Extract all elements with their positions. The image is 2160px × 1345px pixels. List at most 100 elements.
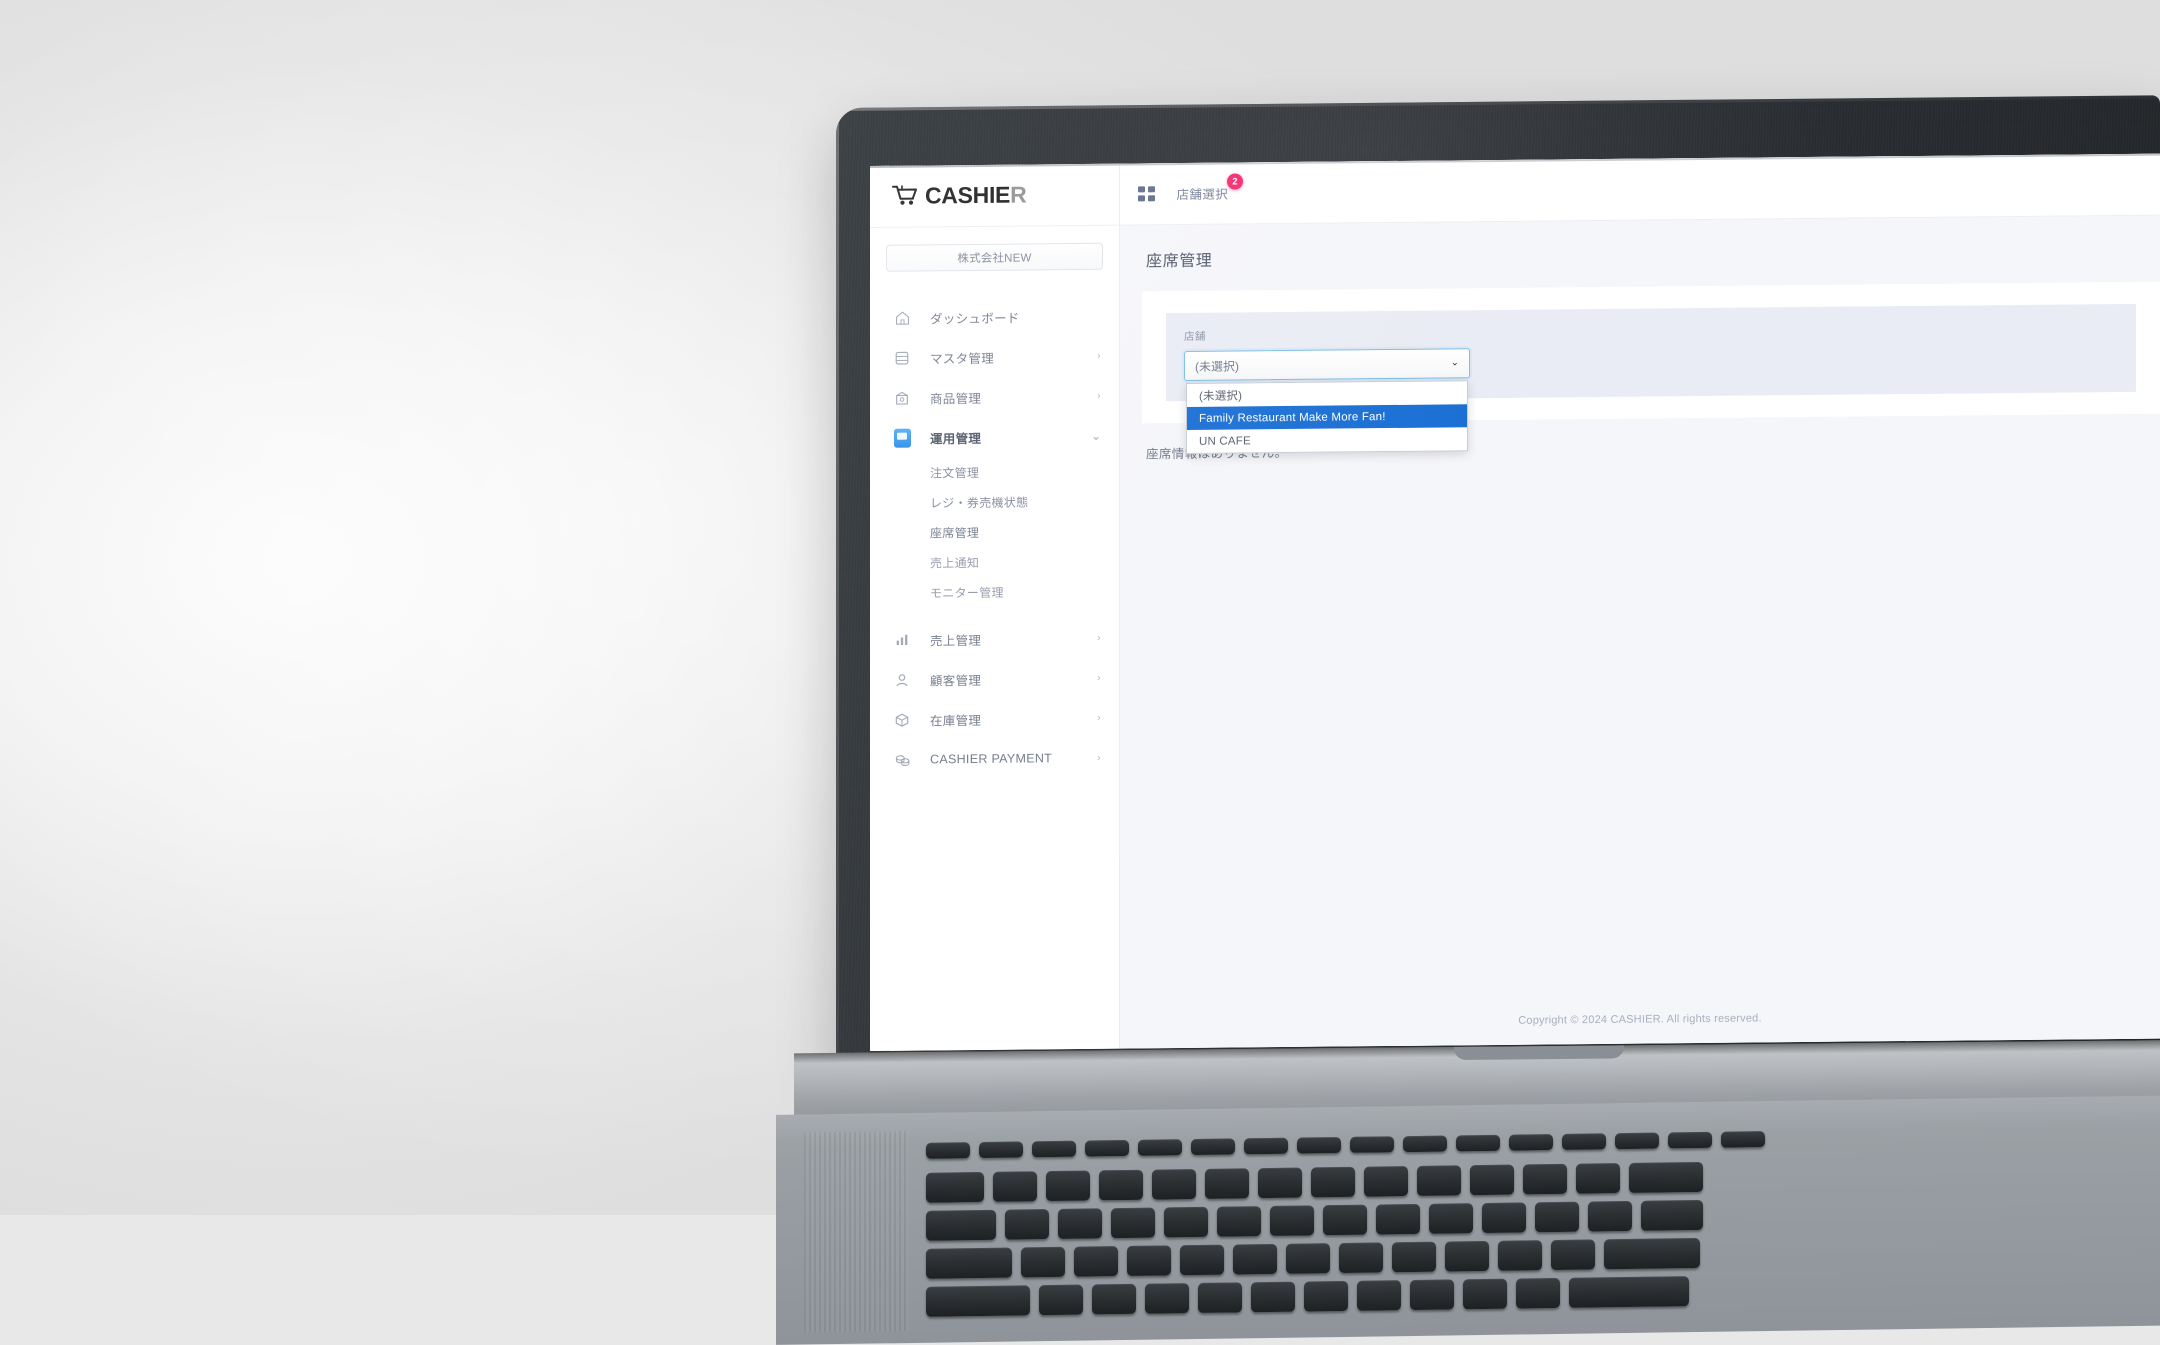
keyboard-key (1429, 1203, 1473, 1234)
sidebar-subitem-label: レジ・券売機状態 (930, 493, 1028, 511)
keyboard-key (1516, 1278, 1560, 1309)
sidebar-item-sales[interactable]: 売上管理 › (870, 618, 1119, 660)
laptop-screen: CASHIER 株式会社NEW ダッシュボード (870, 154, 2160, 1051)
sidebar-item-inventory[interactable]: 在庫管理 › (870, 698, 1119, 740)
sidebar-nav: ダッシュボード マスタ管理 › 商品管理 (870, 278, 1119, 1051)
keyboard-key (1258, 1168, 1302, 1199)
keyboard-key (1551, 1239, 1595, 1270)
sidebar-item-customers[interactable]: 顧客管理 › (870, 658, 1119, 700)
sidebar-subitem-seat-management[interactable]: 座席管理 (870, 516, 1119, 548)
keyboard-key (1641, 1200, 1703, 1231)
dropdown-option-label: UN CAFE (1199, 435, 1251, 447)
store-select-label: 店舗選択 (1177, 188, 1229, 202)
store-select-input[interactable]: (未選択) ⌄ (1184, 348, 1470, 381)
brand-name-main: CASHIE (925, 182, 1010, 209)
keyboard-key (1445, 1241, 1489, 1272)
brand-name: CASHIER (925, 181, 1026, 209)
keyboard-key (1111, 1208, 1155, 1239)
sidebar-item-master[interactable]: マスタ管理 › (870, 336, 1119, 378)
dropdown-option[interactable]: UN CAFE (1187, 427, 1467, 453)
dropdown-option[interactable]: (未選択) (1187, 381, 1467, 407)
keyboard-key (1463, 1279, 1507, 1310)
brand-logo[interactable]: CASHIER (870, 164, 1119, 228)
keyboard-key (1523, 1164, 1567, 1195)
grid-menu-icon[interactable] (1138, 187, 1155, 202)
keyboard-key (1668, 1132, 1712, 1149)
user-icon (892, 670, 912, 690)
sidebar-subitem-label: モニター管理 (930, 583, 1004, 601)
store-select-dropdown: (未選択) Family Restaurant Make More Fan! U… (1186, 380, 1468, 454)
sidebar-item-label: 顧客管理 (930, 668, 1097, 689)
chevron-right-icon: › (1097, 752, 1101, 764)
keyboard-key (1576, 1163, 1620, 1194)
keyboard-key (1099, 1170, 1143, 1201)
keyboard-key (1205, 1168, 1249, 1199)
footer-copyright: Copyright © 2024 CASHIER. All rights res… (1120, 983, 2160, 1049)
chevron-right-icon: › (1097, 672, 1101, 684)
dropdown-option[interactable]: Family Restaurant Make More Fan! (1187, 404, 1467, 430)
keyboard-key (926, 1248, 1012, 1279)
keyboard-key (1074, 1246, 1118, 1277)
keyboard-key (1270, 1205, 1314, 1236)
chevron-right-icon: › (1097, 350, 1101, 362)
keyboard-key (1410, 1279, 1454, 1310)
monitor-icon (892, 428, 912, 448)
company-selector-label: 株式会社NEW (957, 249, 1031, 266)
company-selector[interactable]: 株式会社NEW (886, 243, 1103, 272)
payment-coins-icon (892, 750, 912, 770)
store-badge: 2 (1227, 173, 1243, 189)
keyboard-key (1498, 1240, 1542, 1271)
keyboard-key (1392, 1242, 1436, 1273)
keyboard-key (1092, 1284, 1136, 1315)
filter-card: 店舗 (未選択) ⌄ (未選択) (1142, 282, 2160, 424)
content-area: 座席管理 店舗 (未選択) ⌄ (未 (1120, 216, 2160, 1049)
dropdown-option-label: (未選択) (1199, 387, 1242, 403)
keyboard-key (1364, 1166, 1408, 1197)
keyboard-key (1297, 1137, 1341, 1154)
laptop-device: CASHIER 株式会社NEW ダッシュボード (836, 108, 2160, 1118)
sidebar-subitem-orders[interactable]: 注文管理 (870, 456, 1119, 488)
sidebar-item-label: 運用管理 (930, 426, 1091, 447)
keyboard-key (1569, 1276, 1689, 1308)
sidebar-item-products[interactable]: 商品管理 › (870, 376, 1119, 418)
keyboard-key (1357, 1280, 1401, 1311)
keyboard-key (1350, 1136, 1394, 1153)
sidebar-item-label: ダッシュボード (930, 306, 1101, 327)
keyboard-key (1456, 1135, 1500, 1152)
keyboard-key (1562, 1133, 1606, 1150)
sidebar-subitem-monitor-management[interactable]: モニター管理 (870, 576, 1119, 608)
keyboard-key (1286, 1243, 1330, 1274)
keyboard-key (1615, 1133, 1659, 1150)
keyboard-key (1127, 1245, 1171, 1276)
keyboard-key (1145, 1283, 1189, 1314)
sidebar-item-label: 商品管理 (930, 386, 1097, 407)
brand-name-accent: R (1010, 181, 1026, 207)
keyboard-key (926, 1285, 1030, 1316)
keyboard-key (1021, 1247, 1065, 1278)
sidebar-item-label: マスタ管理 (930, 346, 1097, 367)
sidebar-item-operations[interactable]: 運用管理 ⌄ (870, 416, 1119, 458)
keyboard-key (1046, 1171, 1090, 1202)
keyboard-key (1323, 1205, 1367, 1236)
sidebar: CASHIER 株式会社NEW ダッシュボード (870, 164, 1120, 1051)
cashier-admin-app: CASHIER 株式会社NEW ダッシュボード (870, 154, 2160, 1051)
sidebar-subitem-register-status[interactable]: レジ・券売機状態 (870, 486, 1119, 518)
store-select-button[interactable]: 店舗選択 2 (1177, 184, 1235, 204)
keyboard-key (1032, 1141, 1076, 1158)
chevron-down-icon: ⌄ (1451, 358, 1459, 368)
main-area: 店舗選択 2 座席管理 店舗 (未選択) ⌄ (1120, 154, 2160, 1049)
keyboard-key (1588, 1201, 1632, 1232)
keyboard-key (1417, 1165, 1461, 1196)
sidebar-item-label: 在庫管理 (930, 708, 1097, 729)
keyboard-key (1251, 1282, 1295, 1313)
keyboard-row (926, 1238, 1700, 1279)
keyboard-key (1164, 1207, 1208, 1238)
sidebar-item-dashboard[interactable]: ダッシュボード (870, 296, 1119, 338)
sidebar-item-cashier-payment[interactable]: CASHIER PAYMENT › (870, 738, 1119, 780)
sidebar-subitem-sales-notification[interactable]: 売上通知 (870, 546, 1119, 578)
keyboard-key (1403, 1136, 1447, 1153)
keyboard-key (1138, 1139, 1182, 1156)
keyboard-key (1152, 1169, 1196, 1200)
sidebar-subitem-label: 注文管理 (930, 463, 979, 480)
keyboard-key (1233, 1244, 1277, 1275)
